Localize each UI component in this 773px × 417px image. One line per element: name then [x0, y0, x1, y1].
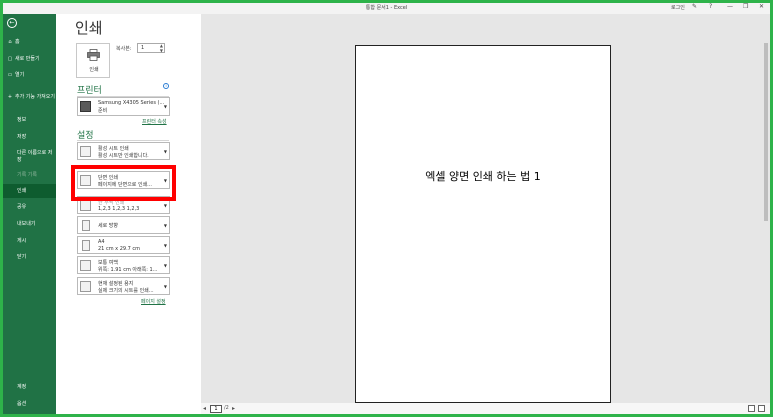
sidebar-item-close[interactable]: 닫기 [3, 254, 56, 261]
info-icon[interactable]: i [163, 83, 169, 89]
paper-size-dropdown[interactable]: A4 21 cm x 29.7 cm ▼ [77, 236, 170, 254]
printer-status: 준비 [98, 108, 108, 114]
backstage-sidebar: ← ⌂ 홈 ▢ 새로 만들기 ▭ 열기 + 추가 기능 가져오기 정보 저장 다른 이름… [3, 14, 56, 414]
sidebar-item-label: 열기 [15, 72, 25, 78]
minimize-button[interactable]: — [727, 3, 733, 10]
copies-stepper[interactable]: 1 ▲ ▼ [137, 43, 165, 53]
setting-title: 보통 여백 [98, 260, 118, 266]
scaling-icon [80, 281, 91, 292]
setting-title: 활성 시트 인쇄 [98, 146, 129, 152]
preview-page: 엑셀 양면 인쇄 하는 법 1 [355, 45, 611, 403]
margins-icon [80, 260, 91, 271]
title-bar: 통합 문서1 - Excel 로그인 ✎ ? — ❐ ✕ [3, 3, 770, 14]
preview-page-text: 엑셀 양면 인쇄 하는 법 1 [425, 170, 541, 183]
sidebar-item-label: 새로 만들기 [15, 56, 40, 62]
divider [77, 140, 169, 141]
setting-desc: 21 cm x 29.7 cm [98, 246, 141, 252]
excel-window: 통합 문서1 - Excel 로그인 ✎ ? — ❐ ✕ ← ⌂ 홈 ▢ 새로 만들… [3, 3, 770, 414]
paper-icon [82, 240, 90, 251]
sidebar-item-print[interactable]: 인쇄 [3, 184, 56, 198]
back-arrow-icon[interactable]: ← [7, 18, 17, 28]
annotation-highlight-box [71, 165, 176, 201]
page-count: /2 [224, 405, 229, 411]
page-navigation-bar [201, 403, 770, 414]
show-margins-icon[interactable] [748, 405, 755, 412]
print-button-label: 인쇄 [89, 67, 99, 73]
setting-desc: 활성 시트만 인쇄합니다. [98, 153, 149, 159]
next-page-button[interactable]: ▸ [232, 405, 235, 412]
scaling-dropdown[interactable]: 현재 설정된 용지 실제 크기의 시트를 인쇄... ▼ [77, 277, 170, 295]
vertical-scrollbar[interactable] [764, 43, 768, 221]
printer-section-header: 프린터 [77, 86, 102, 96]
spin-arrows-icon[interactable]: ▲ ▼ [160, 43, 163, 53]
sidebar-item-label: 추가 기능 가져오기 [15, 94, 55, 100]
sidebar-item-options[interactable]: 옵션 [3, 401, 56, 408]
login-link[interactable]: 로그인 [671, 4, 685, 11]
sidebar-item-publish[interactable]: 게시 [3, 238, 56, 245]
close-button[interactable]: ✕ [759, 3, 764, 10]
restore-button[interactable]: ❐ [743, 3, 748, 10]
zoom-to-page-icon[interactable] [758, 405, 765, 412]
add-in-icon: + [7, 94, 13, 100]
sidebar-item-history: 기록 기록 [17, 172, 37, 178]
chevron-down-icon: ▼ [163, 223, 167, 228]
setting-desc: 위쪽: 1.91 cm 아래쪽: 1... [98, 267, 158, 273]
setting-desc: 1,2,3 1,2,3 1,2,3 [98, 206, 140, 212]
sidebar-item-export[interactable]: 내보내기 [3, 221, 56, 228]
sidebar-item-new[interactable]: ▢ 새로 만들기 [3, 56, 56, 63]
printer-icon [87, 49, 100, 61]
pen-icon[interactable]: ✎ [692, 3, 697, 10]
sidebar-item-save-as[interactable]: 다른 이름으로 저장 [3, 150, 53, 164]
printer-device-icon [80, 101, 91, 112]
copies-value: 1 [141, 45, 145, 51]
printer-name: Samsung X4305 Series (... [98, 100, 164, 106]
chevron-down-icon: ▼ [163, 243, 167, 248]
window-title: 통합 문서1 - Excel [365, 5, 408, 11]
sidebar-item-save[interactable]: 저장 [3, 134, 56, 141]
page-setup-link[interactable]: 페이지 설정 [141, 298, 166, 305]
setting-title: 세로 방향 [98, 223, 118, 229]
print-button[interactable]: 인쇄 [76, 43, 110, 78]
printer-dropdown[interactable]: Samsung X4305 Series (... 준비 ▼ [77, 97, 170, 116]
sidebar-item-home[interactable]: ⌂ 홈 [3, 39, 56, 46]
sidebar-item-open[interactable]: ▭ 열기 [3, 72, 56, 79]
chevron-down-icon: ▼ [163, 149, 167, 154]
chevron-down-icon: ▼ [163, 284, 167, 289]
setting-title: A4 [98, 239, 105, 245]
home-icon: ⌂ [8, 39, 12, 45]
sidebar-item-get-addins[interactable]: + 추가 기능 가져오기 [3, 94, 55, 101]
setting-title: 현재 설정된 용지 [98, 281, 134, 287]
copies-label: 복사본: [116, 46, 132, 52]
sidebar-item-account[interactable]: 계정 [3, 384, 56, 391]
collate-icon [80, 200, 91, 211]
orientation-dropdown[interactable]: 세로 방향 ▼ [77, 216, 170, 234]
print-what-dropdown[interactable]: 활성 시트 인쇄 활성 시트만 인쇄합니다. ▼ [77, 142, 170, 160]
chevron-down-icon: ▼ [163, 104, 167, 109]
portrait-icon [82, 220, 90, 231]
current-page-input[interactable]: 1 [210, 405, 222, 413]
page-title: 인쇄 [75, 19, 103, 37]
chevron-down-icon: ▼ [163, 263, 167, 268]
help-button[interactable]: ? [709, 3, 712, 10]
sidebar-item-share[interactable]: 공유 [3, 204, 56, 211]
setting-desc: 실제 크기의 시트를 인쇄... [98, 288, 154, 294]
margins-dropdown[interactable]: 보통 여백 위쪽: 1.91 cm 아래쪽: 1... ▼ [77, 256, 170, 274]
previous-page-button[interactable]: ◂ [203, 405, 206, 412]
sidebar-item-label: 홈 [15, 39, 20, 45]
open-folder-icon: ▭ [7, 72, 13, 78]
new-file-icon: ▢ [7, 56, 13, 62]
printer-properties-link[interactable]: 프린터 속성 [142, 118, 167, 125]
chevron-down-icon: ▼ [163, 203, 167, 208]
sidebar-item-info[interactable]: 정보 [3, 117, 56, 124]
sheet-icon [80, 146, 91, 157]
